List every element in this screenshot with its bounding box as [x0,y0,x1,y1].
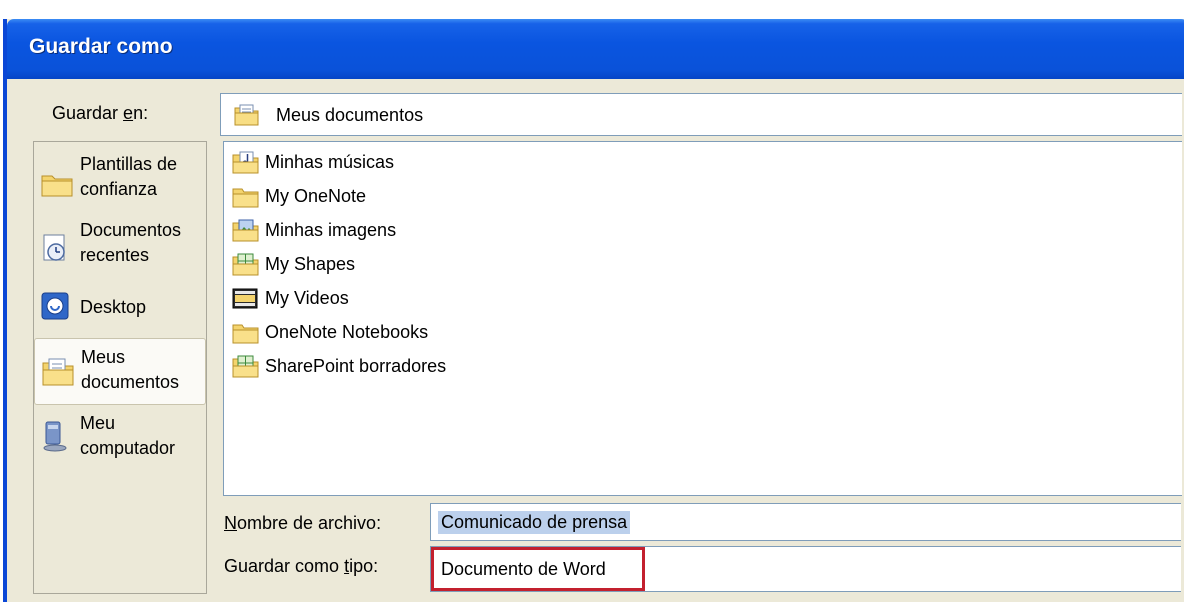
place-my-documents[interactable]: Meus documentos [34,338,206,405]
shapes-folder-icon [232,253,260,282]
place-label: Documentos [80,220,182,240]
place-label: Meus [81,347,126,367]
dialog-title: Guardar como [29,35,173,58]
file-type-label: Guardar como tipo: [224,556,379,576]
place-my-computer[interactable]: Meu computador [34,409,206,467]
folder-icon [232,321,260,350]
place-label: Meu [80,413,116,433]
file-name: SharePoint borradores [265,356,447,376]
save-in-dropdown[interactable]: Meus documentos [220,93,1182,136]
file-name-label: Nombre de archivo: [224,513,382,533]
file-name-field[interactable]: Comunicado de prensa [430,503,1181,541]
place-label: documentos [81,372,180,392]
place-label: Desktop [80,297,147,317]
folder-icon [232,185,260,214]
place-trusted-templates[interactable]: Plantillas de confianza [34,150,206,206]
title-bar[interactable]: Guardar como [7,19,1184,79]
place-desktop[interactable]: Desktop [34,287,206,327]
file-name: My Videos [265,288,349,308]
place-label: recentes [80,245,150,265]
file-name: Minhas músicas [265,152,395,172]
pictures-folder-icon [232,219,260,248]
place-label: computador [80,438,176,458]
my-documents-icon [41,357,75,392]
file-name-value: Comunicado de prensa [438,511,631,534]
place-recent-documents[interactable]: Documentos recentes [34,218,206,274]
file-name: My OneNote [265,186,367,206]
my-documents-icon [233,103,261,132]
sharepoint-folder-icon [232,355,260,384]
file-name: My Shapes [265,254,356,274]
place-label: confianza [80,179,158,199]
file-name: Minhas imagens [265,220,397,240]
save-in-label: Guardar en: [52,103,149,123]
highlight-box [431,547,645,591]
my-computer-icon [40,419,70,458]
recent-documents-icon [40,232,70,269]
file-name: OneNote Notebooks [265,322,429,342]
place-label: Plantillas de [80,154,178,174]
desktop-icon [40,291,70,326]
folder-icon [40,170,74,203]
save-in-value: Meus documentos [276,105,424,125]
video-folder-icon [232,287,260,316]
music-folder-icon [232,151,260,180]
file-list[interactable]: Minhas músicas My OneNote Minhas imagens… [223,141,1182,496]
places-bar: Plantillas de confianza Documentos recen… [33,141,207,594]
